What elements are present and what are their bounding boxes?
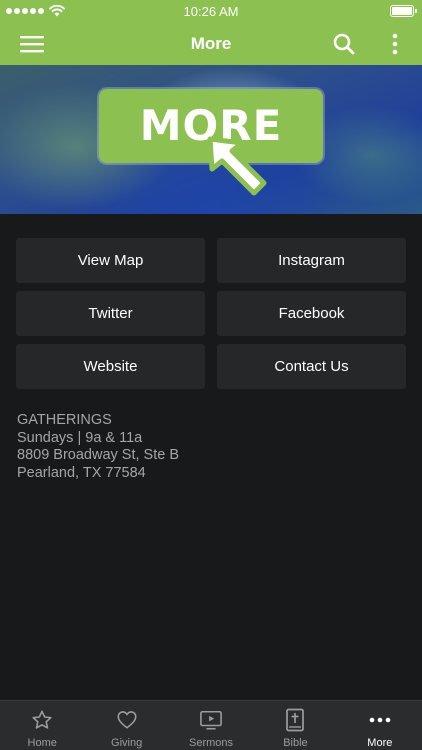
instagram-button[interactable]: Instagram [217, 238, 406, 283]
tab-more-label: More [367, 737, 393, 749]
twitter-button[interactable]: Twitter [16, 291, 205, 336]
address-line-2: Pearland, TX 77584 [17, 464, 146, 481]
heart-icon [115, 708, 139, 732]
hero-banner: MORE [0, 65, 422, 214]
facebook-button[interactable]: Facebook [217, 291, 406, 336]
battery-icon [390, 5, 417, 17]
tab-bible[interactable]: Bible [253, 701, 337, 750]
more-dots-icon [368, 708, 392, 732]
status-left [6, 0, 65, 22]
view-map-button[interactable]: View Map [16, 238, 205, 283]
hamburger-menu-icon [20, 35, 44, 52]
contact-us-button[interactable]: Contact Us [217, 344, 406, 389]
tab-sermons[interactable]: Sermons [169, 701, 253, 750]
video-play-icon [199, 708, 223, 732]
search-icon [333, 33, 355, 54]
tab-giving[interactable]: Giving [84, 701, 168, 750]
status-bar: 10:26 AM [0, 0, 422, 22]
tab-home-label: Home [27, 737, 57, 749]
link-button-grid: View Map Instagram Twitter Facebook Webs… [16, 238, 406, 389]
gatherings-times: Sundays | 9a & 11a [17, 429, 143, 446]
star-icon [30, 708, 54, 732]
website-button[interactable]: Website [16, 344, 205, 389]
menu-button[interactable] [10, 22, 54, 65]
tab-bible-label: Bible [283, 737, 308, 749]
tab-more[interactable]: More [338, 701, 422, 750]
address-line-1: 8809 Broadway St, Ste B [17, 447, 180, 463]
wifi-icon [49, 5, 65, 17]
more-options-button[interactable] [380, 22, 410, 65]
cursor-arrow-icon [207, 136, 267, 196]
status-time: 10:26 AM [183, 3, 239, 19]
tab-sermons-label: Sermons [189, 737, 234, 749]
gatherings-info: GATHERINGS Sundays | 9a & 11a 8809 Broad… [17, 412, 179, 482]
gatherings-heading: GATHERINGS [17, 412, 112, 428]
search-button[interactable] [322, 22, 366, 65]
more-vertical-icon [392, 33, 398, 54]
content-area: View Map Instagram Twitter Facebook Webs… [0, 214, 422, 700]
tab-giving-label: Giving [111, 737, 143, 749]
tab-bar: Home Giving Sermons Bible More [0, 700, 422, 750]
tab-home[interactable]: Home [0, 701, 84, 750]
bible-icon [283, 708, 307, 732]
signal-strength-icon [6, 8, 44, 14]
nav-bar: More [0, 22, 422, 65]
